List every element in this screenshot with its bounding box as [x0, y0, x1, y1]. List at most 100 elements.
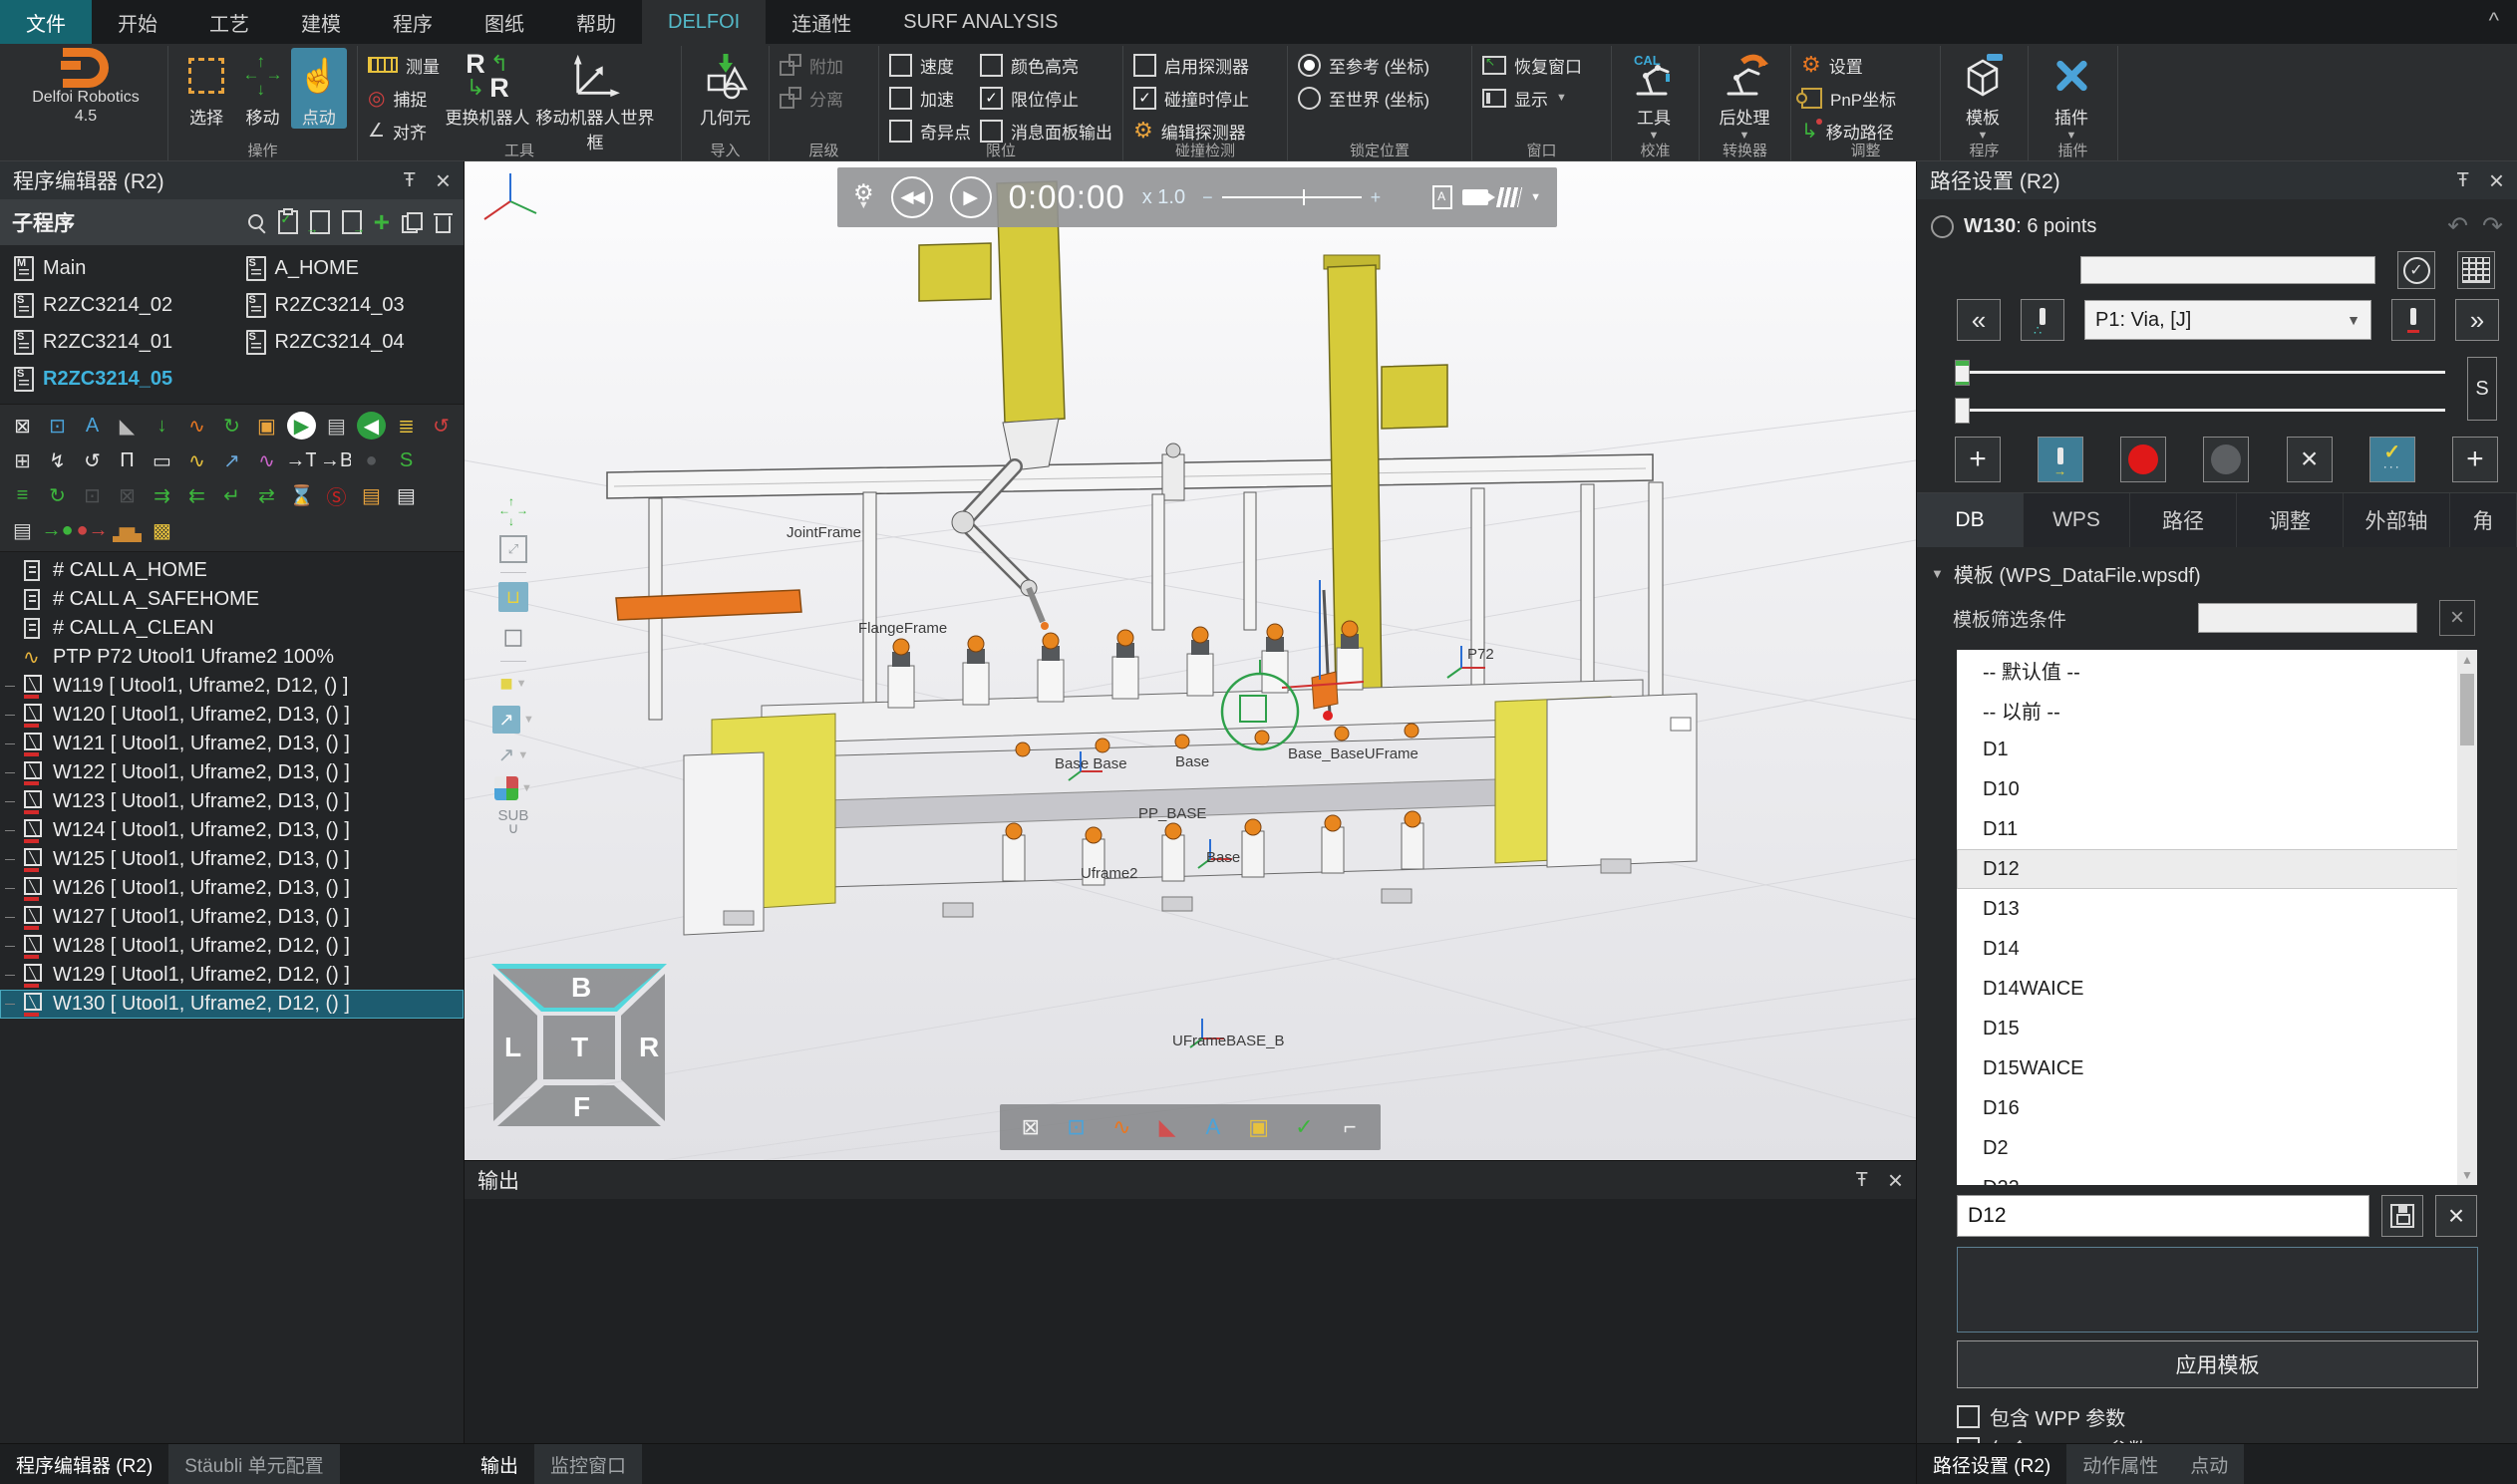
selection-radio[interactable]: [1931, 215, 1954, 238]
settings-button[interactable]: ⚙设置: [1801, 52, 1896, 78]
record-off-button[interactable]: [2203, 437, 2249, 482]
editor-toolbar-icon[interactable]: ▤: [8, 516, 37, 544]
template-description-field[interactable]: [1957, 1247, 2478, 1333]
export-pdf-icon[interactable]: [1432, 185, 1452, 209]
path-settings-tab[interactable]: DB: [1917, 493, 2024, 547]
delete-point-button[interactable]: ×: [2287, 437, 2333, 482]
menu-item[interactable]: 开始: [92, 0, 183, 44]
program-line[interactable]: # CALL A_HOME: [0, 556, 464, 585]
editor-toolbar-icon[interactable]: A: [1198, 1113, 1227, 1141]
template-list-item[interactable]: D11: [1957, 809, 2477, 849]
panel-tab[interactable]: 输出: [465, 1444, 534, 1484]
select-button[interactable]: 选择: [178, 48, 234, 129]
move-torch-button[interactable]: [2038, 437, 2083, 482]
collapse-triangle-icon[interactable]: ▼: [1931, 566, 1944, 581]
ribbon-button[interactable]: 分离: [780, 85, 843, 111]
editor-toolbar-icon[interactable]: ∿: [1107, 1113, 1136, 1141]
editor-toolbar-icon[interactable]: ⊡: [78, 481, 107, 509]
template-list-item[interactable]: D1: [1957, 730, 2477, 769]
radio-circle[interactable]: [1298, 54, 1321, 77]
subprogram-item[interactable]: R2ZC3214_04: [232, 324, 465, 360]
editor-toolbar-icon[interactable]: ⌛: [287, 481, 316, 509]
clear-filter-button[interactable]: ×: [2439, 600, 2475, 636]
zoom-fit-icon[interactable]: ↑↓←→: [498, 496, 528, 526]
program-line[interactable]: W129 [ Utool1, Uframe2, D12, () ]: [0, 961, 464, 990]
template-list-item[interactable]: D22: [1957, 1168, 2477, 1185]
program-line[interactable]: PTP P72 Utool1 Uframe2 100%: [0, 643, 464, 672]
machine-bed[interactable]: [684, 621, 1697, 935]
editor-toolbar-icon[interactable]: ↗: [217, 446, 246, 474]
template-scrollbar[interactable]: ▲▼: [2457, 650, 2477, 1185]
zoom-window-icon[interactable]: ⤢: [499, 535, 527, 563]
editor-toolbar-icon[interactable]: ≡: [8, 481, 37, 509]
geometry-button[interactable]: 几何元: [692, 48, 759, 129]
program-line[interactable]: W124 [ Utool1, Uframe2, D13, () ]: [0, 816, 464, 845]
template-section-header[interactable]: ▼ 模板 (WPS_DataFile.wpsdf): [1917, 547, 2517, 592]
close-icon[interactable]: ×: [436, 170, 451, 190]
editor-toolbar-icon[interactable]: ⊡: [43, 412, 72, 440]
editor-toolbar-icon[interactable]: ▣: [1244, 1113, 1273, 1141]
menu-item[interactable]: 建模: [275, 0, 367, 44]
next-point-button[interactable]: »: [2455, 299, 2499, 341]
template-list-item[interactable]: D14WAICE: [1957, 969, 2477, 1009]
render-mode-button[interactable]: ■▼: [499, 671, 526, 697]
editor-toolbar-icon[interactable]: ↵: [217, 481, 246, 509]
close-icon[interactable]: ×: [2489, 170, 2504, 190]
program-line[interactable]: W128 [ Utool1, Uframe2, D12, () ]: [0, 932, 464, 961]
sub-mode-button[interactable]: SUB∪: [498, 809, 529, 835]
verify-points-button[interactable]: ✓···: [2369, 437, 2415, 482]
add-program-icon[interactable]: +: [374, 212, 390, 232]
editor-toolbar-icon[interactable]: ●: [357, 446, 386, 474]
export-program-icon[interactable]: [342, 210, 362, 234]
editor-toolbar-icon[interactable]: ≣: [392, 412, 421, 440]
view-preset-button[interactable]: ▼: [494, 776, 532, 800]
editor-toolbar-icon[interactable]: ⇇: [182, 481, 211, 509]
editor-toolbar-icon[interactable]: →●: [43, 516, 72, 544]
editor-toolbar-icon[interactable]: ↻: [217, 412, 246, 440]
path-settings-tab[interactable]: 路径: [2130, 493, 2237, 547]
menu-item[interactable]: 工艺: [183, 0, 275, 44]
cal-tool-button[interactable]: CAL工具▼: [1622, 48, 1686, 141]
editor-toolbar-icon[interactable]: A: [78, 412, 107, 440]
move-button[interactable]: ↑↓←→移动: [234, 48, 290, 129]
template-list-item[interactable]: D15WAICE: [1957, 1048, 2477, 1088]
editor-toolbar-icon[interactable]: ↺: [427, 412, 456, 440]
add-point-end-button[interactable]: +: [2452, 437, 2498, 482]
path-settings-tab[interactable]: 外部轴: [2344, 493, 2450, 547]
editor-toolbar-icon[interactable]: ▤: [357, 481, 386, 509]
editor-toolbar-icon[interactable]: ▶: [287, 412, 316, 440]
3d-scene[interactable]: [465, 161, 1916, 1160]
restore-window-button[interactable]: 恢复窗口: [1482, 52, 1582, 78]
axis-display-button[interactable]: ↗▼: [498, 742, 529, 767]
panel-tab[interactable]: Stäubli 单元配置: [168, 1444, 339, 1484]
template-name-field[interactable]: [1957, 1195, 2369, 1237]
s-button[interactable]: S: [2467, 357, 2497, 421]
editor-toolbar-icon[interactable]: ▤: [322, 412, 351, 440]
editor-toolbar-icon[interactable]: ▩: [148, 516, 176, 544]
editor-toolbar-icon[interactable]: ▂▅▃: [113, 516, 142, 544]
template-list-item[interactable]: -- 默认值 --: [1957, 650, 2477, 690]
editor-toolbar-icon[interactable]: ↺: [78, 446, 107, 474]
pnp-coords-button[interactable]: PnP坐标: [1801, 85, 1896, 111]
program-line[interactable]: W125 [ Utool1, Uframe2, D13, () ]: [0, 845, 464, 874]
copy-program-icon[interactable]: [402, 212, 423, 233]
ribbon-collapse-icon[interactable]: ^: [2489, 8, 2499, 34]
torch-to-point-button[interactable]: [2021, 299, 2064, 341]
editor-toolbar-icon[interactable]: ✓: [1290, 1113, 1319, 1141]
template-list-item[interactable]: D14: [1957, 929, 2477, 969]
program-line[interactable]: # CALL A_CLEAN: [0, 614, 464, 643]
pin-icon[interactable]: Ŧ: [404, 169, 416, 192]
program-line[interactable]: # CALL A_SAFEHOME: [0, 585, 464, 614]
program-line[interactable]: W119 [ Utool1, Uframe2, D12, () ]: [0, 672, 464, 701]
checkbox-box[interactable]: ✓: [980, 87, 1003, 110]
panel-tab[interactable]: 路径设置 (R2): [1917, 1444, 2066, 1484]
ribbon-checkbox[interactable]: ✓限位停止: [980, 85, 1112, 111]
record-video-icon[interactable]: [1462, 189, 1488, 205]
path-settings-tab[interactable]: WPS: [2024, 493, 2130, 547]
template-list-item[interactable]: D2: [1957, 1128, 2477, 1168]
program-line[interactable]: W121 [ Utool1, Uframe2, D13, () ]: [0, 730, 464, 758]
subprogram-item[interactable]: R2ZC3214_02: [0, 287, 232, 323]
post-process-button[interactable]: 后处理▼: [1710, 48, 1779, 141]
editor-toolbar-icon[interactable]: ↓: [148, 412, 176, 440]
slider-handle-2[interactable]: [1955, 398, 1970, 424]
